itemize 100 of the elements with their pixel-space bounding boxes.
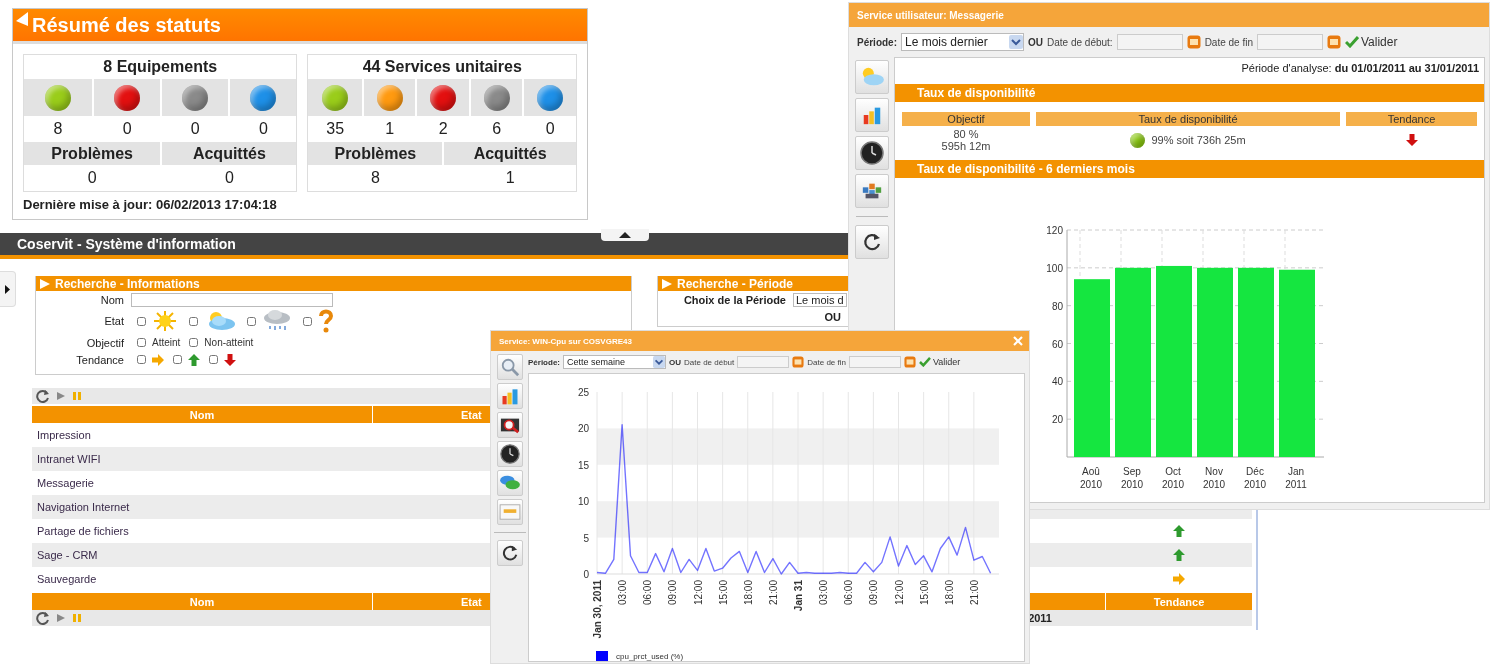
field-label: Date de fin (1204, 36, 1253, 48)
triangle-icon (40, 278, 50, 289)
refresh-icon[interactable] (36, 611, 50, 625)
axis-tick-label: 18:00 (742, 580, 754, 606)
calendar-icon (498, 503, 521, 521)
caret-icon (619, 232, 631, 238)
checkbox[interactable] (209, 355, 218, 364)
caret-icon (653, 356, 665, 368)
field-label: Etat (103, 315, 125, 327)
start-date-field[interactable] (737, 356, 790, 368)
field-label: Période: (528, 357, 560, 367)
sidebar-button[interactable] (854, 174, 889, 208)
validate-button[interactable]: Valider (919, 357, 961, 367)
axis-tick-label: 21:00 (767, 580, 779, 606)
sidebar-button[interactable] (854, 225, 889, 259)
sidebar-button[interactable] (496, 540, 523, 566)
sidebar-button[interactable] (854, 136, 889, 170)
axis-tick-label: 09:00 (667, 580, 679, 606)
axis-tick-label: 10 (577, 496, 589, 508)
section-title: Taux de disponibilité - 6 derniers mois (917, 162, 1135, 176)
period-select[interactable]: Le mois d (793, 292, 847, 307)
column-header: Tendance (1346, 112, 1477, 126)
axis-tick-label: 12:00 (692, 580, 704, 606)
checkbox[interactable] (247, 316, 256, 326)
rain-cloud-icon (262, 309, 292, 333)
checkbox[interactable] (137, 316, 146, 326)
table-cell-text: Sauvegarde (36, 573, 97, 585)
up-arrow-icon (188, 353, 200, 366)
sidebar-button[interactable] (496, 412, 523, 438)
axis-tick-label: Jan 31 (793, 580, 804, 612)
table-cell-text: Messagerie (36, 477, 94, 489)
window-title: Service: WIN-Cpu sur COSVGRE43 (499, 336, 632, 346)
side-panel-tab[interactable] (0, 271, 16, 307)
legend-swatch (596, 651, 608, 661)
calendar-icon[interactable] (1186, 35, 1201, 49)
table-cell-text: Sage - CRM (36, 549, 98, 561)
column-header: Acquittés (473, 144, 547, 163)
collapse-triangle-icon[interactable] (16, 12, 28, 26)
refresh-icon[interactable] (36, 389, 50, 403)
axis-tick-label: 18:00 (943, 580, 955, 606)
collapse-tab[interactable] (601, 229, 649, 241)
checkbox[interactable] (189, 316, 198, 326)
axis-tick-label: 09:00 (868, 580, 880, 606)
status-dot (1130, 132, 1146, 148)
status-count: 1 (385, 120, 395, 138)
checkbox[interactable] (303, 316, 312, 326)
question-mark-icon (318, 309, 334, 333)
column-header: Problèmes (334, 144, 417, 163)
field-label: Date de début (684, 357, 735, 367)
availability-value: 99% soit 736h 25m (1151, 134, 1246, 146)
sidebar-button[interactable] (496, 441, 523, 467)
caret-icon (1009, 35, 1023, 49)
axis-tick-label: 03:00 (617, 580, 629, 606)
panel-title: Résumé des statuts (32, 13, 221, 37)
checkmark-icon (919, 357, 931, 367)
calendar-icon[interactable] (904, 356, 916, 368)
calendar-icon[interactable] (1327, 35, 1341, 49)
right-arrow-icon (152, 353, 164, 366)
window-title: Service utilisateur: Messagerie (857, 9, 1004, 21)
table-title: 44 Services unitaires (362, 58, 522, 76)
checkbox[interactable] (137, 355, 146, 364)
axis-tick-label: 15:00 (918, 580, 930, 606)
status-count: 0 (258, 120, 268, 138)
problem-count: 0 (87, 169, 97, 187)
calendar-icon[interactable] (792, 356, 805, 368)
field-label: Date de fin (807, 357, 846, 367)
or-label: OU (824, 310, 841, 323)
end-date-field[interactable] (1257, 34, 1323, 50)
status-count: 0 (190, 120, 200, 138)
sun-icon (152, 310, 178, 332)
period-select[interactable]: Le mois dernier (901, 33, 1024, 51)
checkbox-label: Non-atteint (204, 337, 254, 348)
status-count: 8 (53, 120, 63, 138)
axis-tick-label: 21:00 (968, 580, 980, 606)
checkbox[interactable] (137, 338, 146, 347)
checkbox[interactable] (173, 355, 182, 364)
table-cell-text: Navigation Internet (36, 501, 130, 513)
panel-title: Recherche - Informations (55, 276, 200, 291)
table-cell-text: Impression (36, 429, 91, 441)
axis-category-label: Sep 2010 (1120, 466, 1144, 490)
magnifier-icon (499, 357, 520, 377)
field-label: Tendance (75, 353, 125, 366)
axis-tick-label: 15:00 (717, 580, 729, 606)
play-icon[interactable] (56, 613, 66, 623)
axis-tick-label: 100 (1046, 262, 1063, 274)
field-label: Objectif (85, 336, 125, 349)
column-header: Objectif (902, 112, 1030, 126)
end-date-field[interactable] (849, 356, 901, 368)
field-label: Période: (857, 36, 897, 48)
start-date-field[interactable] (1116, 34, 1183, 50)
status-count: 35 (326, 120, 345, 138)
objective-duration: 595h 12m (941, 140, 991, 152)
or-label: OU (1028, 36, 1043, 48)
validate-button[interactable]: Valider (1345, 35, 1398, 49)
acknowledged-count: 0 (224, 169, 234, 187)
checkbox[interactable] (189, 338, 199, 347)
clock-icon (859, 141, 884, 165)
period-select[interactable]: Cette semaine (563, 355, 666, 369)
play-icon[interactable] (56, 391, 66, 401)
name-input[interactable] (131, 292, 333, 307)
